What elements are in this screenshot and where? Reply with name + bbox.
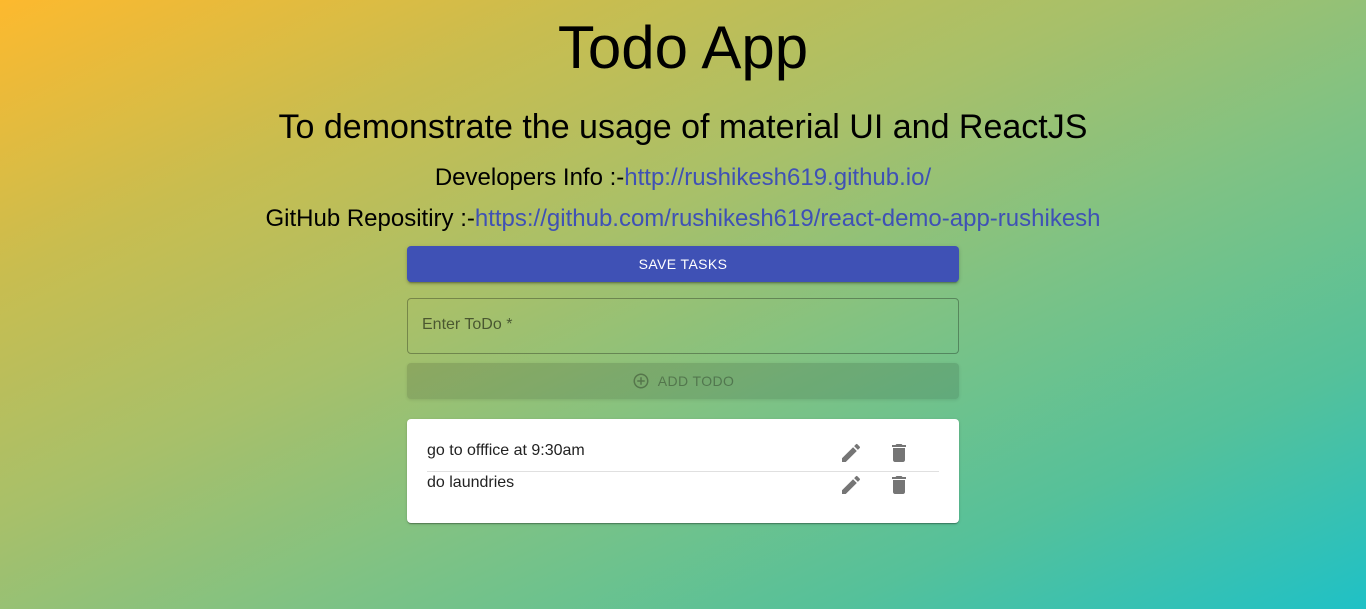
pencil-icon bbox=[842, 443, 861, 462]
repository-link[interactable]: https://github.com/rushikesh619/react-de… bbox=[475, 205, 1101, 232]
trash-icon bbox=[892, 476, 906, 494]
developer-info: Developers Info :-http://rushikesh619.gi… bbox=[0, 164, 1366, 192]
todo-list-item: do laundries bbox=[427, 471, 939, 503]
todo-input-field[interactable]: Enter ToDo * bbox=[407, 298, 959, 354]
page-title: Todo App bbox=[557, 14, 809, 81]
todo-list: go to offfice at 9:30am do laundries bbox=[407, 419, 959, 523]
edit-button[interactable] bbox=[839, 441, 863, 465]
pencil-icon bbox=[842, 475, 861, 494]
delete-button[interactable] bbox=[887, 441, 911, 465]
todo-input[interactable] bbox=[408, 299, 958, 353]
repository-info-label: GitHub Repositiry :- bbox=[265, 205, 475, 232]
developer-info-label: Developers Info :- bbox=[434, 164, 625, 191]
developer-info-link[interactable]: http://rushikesh619.github.io/ bbox=[624, 164, 931, 191]
add-todo-label: ADD TODO bbox=[657, 373, 735, 389]
save-tasks-button[interactable]: SAVE TASKS bbox=[407, 246, 959, 282]
add-circle-icon bbox=[632, 372, 650, 390]
delete-button[interactable] bbox=[887, 473, 911, 497]
todo-list-item: go to offfice at 9:30am bbox=[427, 439, 939, 472]
trash-icon bbox=[892, 444, 906, 462]
page-subtitle: To demonstrate the usage of material UI … bbox=[278, 108, 1088, 146]
todo-text: do laundries bbox=[427, 474, 515, 491]
edit-button[interactable] bbox=[839, 473, 863, 497]
repository-info: GitHub Repositiry :-https://github.com/r… bbox=[0, 205, 1366, 233]
todo-text: go to offfice at 9:30am bbox=[427, 442, 585, 459]
add-todo-button[interactable]: ADD TODO bbox=[407, 363, 959, 399]
